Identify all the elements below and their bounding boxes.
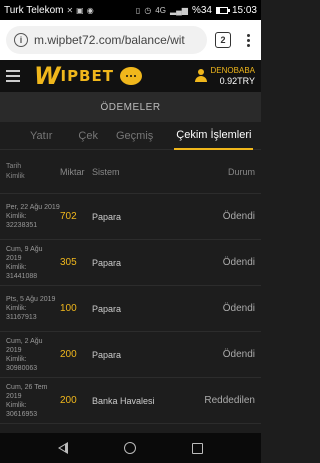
header-amount: Miktar (60, 166, 85, 177)
row-id-label: Kimlik: (6, 213, 27, 220)
table-header: Tarih Kimlik Miktar Sistem Durum (0, 150, 261, 194)
alarm-icon: ◷ (144, 5, 152, 15)
row-date: Cum, 9 Ağu 2019 (6, 245, 43, 262)
clock: 15:03 (231, 4, 257, 16)
network-icon: 4G (155, 5, 166, 15)
row-date: Pts, 5 Ağu 2019 (6, 296, 56, 303)
row-system: Banka Havalesi (92, 395, 155, 406)
row-id: 31167913 (6, 314, 37, 321)
row-amount: 200 (60, 395, 77, 406)
back-icon[interactable] (58, 442, 68, 454)
row-system: Papara (92, 303, 122, 314)
tab-withdrawal-transactions[interactable]: Çekim İşlemleri (174, 122, 254, 150)
row-id: 30980063 (6, 364, 38, 372)
row-amount: 305 (60, 257, 77, 268)
notification-icon: ✕ (66, 5, 74, 15)
info-icon[interactable]: i (14, 33, 28, 47)
date-cell: Cum, 26 Tem 2019 Kimlik: 30616953 (6, 383, 60, 419)
row-amount: 200 (60, 349, 77, 360)
row-id-label: Kimlik: (6, 355, 27, 363)
table-row[interactable]: Cum, 9 Ağu 2019 Kimlik: 31441088 305 Pap… (0, 240, 261, 286)
row-date: Cum, 26 Tem 2019 (6, 383, 48, 400)
image-icon: ▣ (76, 5, 84, 15)
row-status: Ödendi (222, 211, 255, 222)
row-id: 30616953 (6, 410, 38, 418)
user-account[interactable]: DENOBABA 0.92TRY (194, 66, 255, 86)
row-date: Cum, 2 Ağu 2019 (6, 337, 43, 354)
page-title: ÖDEMELER (0, 92, 261, 122)
row-system: Papara (92, 349, 122, 360)
withdrawals-table: Tarih Kimlik Miktar Sistem Durum Per, 22… (0, 150, 261, 424)
row-amount: 702 (60, 211, 77, 222)
battery-icon (215, 6, 230, 14)
tab-switcher-button[interactable]: 2 (215, 32, 231, 48)
battery-percent: %34 (191, 4, 212, 16)
table-row[interactable]: Pts, 5 Ağu 2019 Kimlik: 31167913 100 Pap… (0, 286, 261, 332)
row-status: Ödendi (222, 257, 255, 268)
site-header: W IPBET DENOBABA 0.92TRY (0, 60, 261, 92)
header-id: Kimlik (6, 172, 25, 180)
payment-tabs: Yatır Çek Geçmiş Çekim İşlemleri (0, 122, 261, 150)
date-cell: Cum, 2 Ağu 2019 Kimlik: 30980063 (6, 337, 60, 373)
row-id-label: Kimlik: (6, 401, 27, 409)
url-text[interactable]: m.wipbet72.com/balance/wit (34, 33, 185, 47)
table-row[interactable]: Cum, 26 Tem 2019 Kimlik: 30616953 200 Ba… (0, 378, 261, 424)
row-amount: 100 (60, 303, 77, 314)
row-id: 31441088 (6, 272, 38, 280)
row-status: Reddedilen (204, 395, 255, 406)
carrier-name: Turk Telekom (4, 4, 64, 16)
header-date: Tarih (6, 162, 22, 170)
address-bar[interactable]: i m.wipbet72.com/balance/wit (6, 26, 207, 54)
gallery-icon: ◉ (86, 5, 94, 15)
vibrate-icon: ▯ (135, 5, 141, 15)
tab-history[interactable]: Geçmiş (114, 122, 155, 150)
username: DENOBABA (210, 66, 255, 75)
account-balance: 0.92TRY (219, 76, 255, 86)
signal-icon: ▂▄▆ (169, 5, 188, 15)
tab-withdraw[interactable]: Çek (76, 122, 100, 150)
browser-toolbar: i m.wipbet72.com/balance/wit 2 (0, 20, 261, 60)
row-id: 32238351 (6, 222, 38, 229)
date-cell: Cum, 9 Ağu 2019 Kimlik: 31441088 (6, 245, 60, 281)
logo-w: W (34, 62, 61, 90)
logo-text: IPBET (60, 67, 114, 85)
row-system: Papara (92, 257, 122, 268)
recent-apps-icon[interactable] (192, 442, 203, 454)
system-navigation-bar (0, 433, 261, 463)
date-cell: Pts, 5 Ağu 2019 Kimlik: 31167913 (6, 295, 60, 322)
live-chat-icon[interactable] (119, 67, 142, 85)
row-status: Ödendi (222, 303, 255, 314)
row-system: Papara (92, 211, 122, 222)
row-status: Ödendi (222, 349, 255, 360)
site-logo[interactable]: W IPBET (34, 62, 114, 90)
header-system: Sistem (92, 166, 120, 177)
row-date: Per, 22 Ağu 2019 (6, 204, 60, 211)
table-row[interactable]: Per, 22 Ağu 2019 Kimlik: 32238351 702 Pa… (0, 194, 261, 240)
date-cell: Per, 22 Ağu 2019 Kimlik: 32238351 (6, 203, 60, 230)
more-options-icon[interactable] (241, 33, 255, 47)
row-id-label: Kimlik: (6, 305, 27, 312)
tab-deposit[interactable]: Yatır (28, 122, 54, 150)
user-icon (194, 69, 207, 83)
status-bar: Turk Telekom ✕ ▣ ◉ ▯ ◷ 4G ▂▄▆ %34 15:03 (0, 0, 261, 20)
row-id-label: Kimlik: (6, 263, 27, 271)
table-row[interactable]: Cum, 2 Ağu 2019 Kimlik: 30980063 200 Pap… (0, 332, 261, 378)
home-icon[interactable] (124, 442, 136, 454)
menu-icon[interactable] (6, 70, 20, 82)
header-date-id: Tarih Kimlik (6, 162, 60, 182)
header-status: Durum (227, 166, 255, 177)
